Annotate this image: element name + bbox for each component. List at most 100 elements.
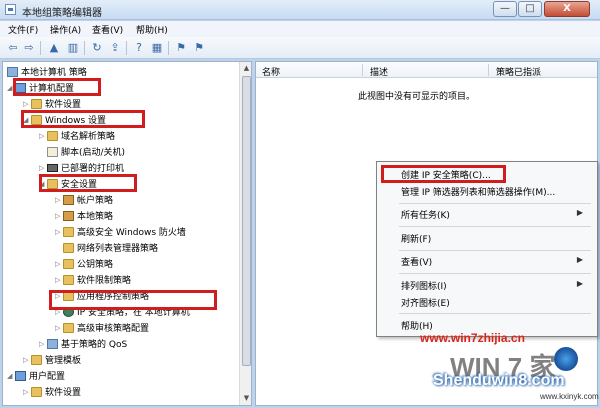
menu-refresh[interactable]: 刷新(F) (401, 232, 431, 246)
tree-item-scripts[interactable]: 脚本(启动/关机) (39, 145, 125, 158)
folder-icon (63, 242, 74, 253)
tree-item-local-policies[interactable]: ▷ 本地策略 (55, 209, 113, 222)
expand-arrow-icon[interactable]: ▷ (23, 388, 31, 396)
lock-folder-icon (63, 210, 74, 221)
expand-arrow-icon[interactable]: ▷ (55, 308, 63, 316)
maximize-button[interactable]: □ (518, 1, 542, 17)
folder-icon (31, 354, 42, 365)
menu-file[interactable]: 文件(F) (8, 23, 38, 36)
menu-separator (399, 226, 591, 227)
tree-item-network-list-policies[interactable]: 网络列表管理器策略 (55, 241, 158, 254)
tree-item-security-settings[interactable]: ◢ 安全设置 (39, 177, 97, 190)
forward-icon[interactable]: ⇨ (22, 41, 36, 55)
column-separator[interactable] (488, 64, 489, 76)
column-description[interactable]: 描述 (370, 65, 388, 78)
action-icon[interactable]: ⚑ (174, 41, 188, 55)
tree-item-deployed-printers[interactable]: ▷ 已部署的打印机 (39, 161, 124, 174)
folder-icon (47, 178, 58, 189)
lock-folder-icon (63, 194, 74, 205)
menu-view[interactable]: 查看(V) ▶ (401, 255, 591, 269)
expand-arrow-icon[interactable]: ▷ (39, 132, 47, 140)
window-title: 本地组策略编辑器 (22, 8, 102, 19)
scroll-down-icon[interactable]: ▼ (242, 394, 251, 403)
expand-arrow-icon[interactable]: ▷ (55, 228, 63, 236)
tree-scrollbar[interactable]: ▲ ▼ (239, 62, 251, 405)
expand-arrow-icon[interactable]: ▷ (55, 212, 63, 220)
tree-item-software-restriction[interactable]: ▷ 软件限制策略 (55, 273, 131, 286)
minimize-button[interactable]: — (493, 1, 517, 17)
back-icon[interactable]: ⇦ (6, 41, 20, 55)
expand-arrow-icon[interactable]: ▷ (23, 356, 31, 364)
folder-icon (47, 130, 58, 141)
expand-arrow-icon[interactable]: ▷ (23, 100, 31, 108)
tree-item-software-settings[interactable]: ▷ 软件设置 (23, 97, 81, 110)
folder-icon (63, 322, 74, 333)
properties-icon[interactable]: ▦ (150, 41, 164, 55)
expand-arrow-icon[interactable]: ▷ (55, 324, 63, 332)
tree-item-admin-templates[interactable]: ▷ 管理模板 (23, 353, 81, 366)
refresh-icon[interactable]: ↻ (90, 41, 104, 55)
folder-icon (31, 386, 42, 397)
column-separator[interactable] (362, 64, 363, 76)
tree-item-user-software-settings[interactable]: ▷ 软件设置 (23, 385, 81, 398)
submenu-arrow-icon: ▶ (576, 208, 583, 217)
ip-security-icon (63, 306, 74, 317)
policy-icon (7, 66, 18, 77)
help-icon[interactable]: ? (132, 41, 146, 55)
expand-arrow-icon[interactable]: ◢ (7, 372, 15, 380)
show-tree-icon[interactable]: ▥ (66, 41, 80, 55)
tree-item-local-computer-policy[interactable]: 本地计算机 策略 (7, 65, 87, 78)
tree-item-user-config[interactable]: ◢ 用户配置 (7, 369, 65, 382)
list-header: 名称 描述 策略已指派 (256, 62, 597, 78)
tree-item-computer-config[interactable]: ◢ 计算机配置 (7, 81, 74, 94)
expand-arrow-icon[interactable]: ▷ (55, 260, 63, 268)
expand-arrow-icon[interactable]: ▷ (55, 276, 63, 284)
menu-help[interactable]: 帮助(H) (136, 23, 168, 36)
expand-arrow-icon[interactable]: ◢ (23, 116, 31, 124)
menu-arrange-icons[interactable]: 排列图标(I) ▶ (401, 279, 591, 293)
folder-icon (63, 274, 74, 285)
title-bar: 本地组策略编辑器 — □ X (0, 0, 600, 20)
watermark-url: www.win7zhijia.cn (420, 331, 525, 345)
tree-pane[interactable]: 本地计算机 策略 ◢ 计算机配置 ▷ 软件设置 ◢ Windows 设置 ▷ 域名解析策… (2, 61, 252, 406)
tree-item-ip-security-policies[interactable]: ▷ IP 安全策略，在 本地计算机 (55, 305, 190, 318)
expand-arrow-icon[interactable]: ◢ (7, 84, 15, 92)
up-folder-icon[interactable]: ▲ (47, 41, 61, 55)
scroll-up-icon[interactable]: ▲ (242, 64, 251, 73)
tree-item-account-policies[interactable]: ▷ 帐户策略 (55, 193, 113, 206)
tree-item-advanced-audit[interactable]: ▷ 高级审核策略配置 (55, 321, 149, 334)
submenu-arrow-icon: ▶ (576, 255, 583, 264)
folder-icon (31, 114, 42, 125)
menu-manage-ip-filters[interactable]: 管理 IP 筛选器列表和筛选器操作(M)... (401, 185, 555, 199)
menu-separator (399, 273, 591, 274)
watermark-sub: www.kxinyk.com (540, 392, 599, 401)
expand-arrow-icon[interactable]: ▷ (39, 340, 47, 348)
menu-action[interactable]: 操作(A) (50, 23, 81, 36)
export-icon[interactable]: ⇪ (108, 41, 122, 55)
printer-icon (47, 163, 58, 172)
menu-separator (399, 250, 591, 251)
menu-bar: 文件(F) 操作(A) 查看(V) 帮助(H) (0, 21, 600, 37)
tree-item-name-resolution-policy[interactable]: ▷ 域名解析策略 (39, 129, 115, 142)
windows-flag-icon (554, 347, 578, 371)
tree-item-windows-settings[interactable]: ◢ Windows 设置 (23, 113, 106, 126)
expand-arrow-icon[interactable]: ◢ (39, 180, 47, 188)
tree-item-app-control-policies[interactable]: ▷ 应用程序控制策略 (55, 289, 149, 302)
scroll-thumb[interactable] (242, 76, 251, 366)
tree-item-public-key-policies[interactable]: ▷ 公钥策略 (55, 257, 113, 270)
filter-icon[interactable]: ⚑ (192, 41, 206, 55)
column-assigned[interactable]: 策略已指派 (496, 65, 541, 78)
toolbar: ⇦ ⇨ ▲ ▥ ↻ ⇪ ? ▦ ⚑ ⚑ (0, 37, 600, 59)
menu-all-tasks[interactable]: 所有任务(K) ▶ (401, 208, 591, 222)
menu-align-icons[interactable]: 对齐图标(E) (401, 296, 450, 310)
column-name[interactable]: 名称 (262, 65, 280, 78)
tree-item-policy-qos[interactable]: ▷ 基于策略的 QoS (39, 337, 127, 350)
close-button[interactable]: X (544, 1, 590, 17)
tree-item-advanced-firewall[interactable]: ▷ 高级安全 Windows 防火墙 (55, 225, 186, 238)
expand-arrow-icon[interactable]: ▷ (55, 292, 63, 300)
empty-view-message: 此视图中没有可显示的项目。 (358, 92, 476, 102)
menu-view[interactable]: 查看(V) (92, 23, 123, 36)
toolbar-separator (168, 41, 169, 55)
expand-arrow-icon[interactable]: ▷ (55, 196, 63, 204)
expand-arrow-icon[interactable]: ▷ (39, 164, 47, 172)
